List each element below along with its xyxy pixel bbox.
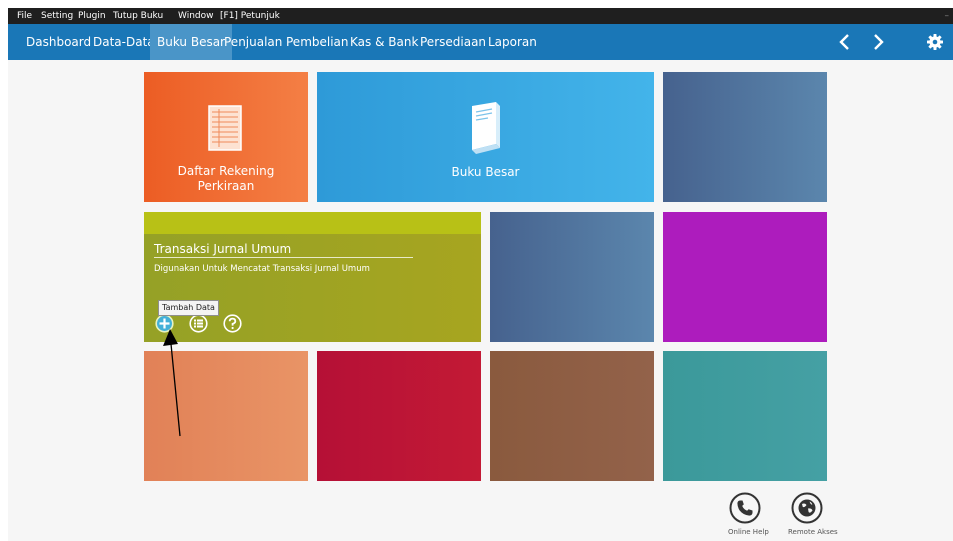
tab-dashboard[interactable]: Dashboard: [26, 24, 91, 60]
ledger-icon: [206, 104, 244, 156]
tab-buku-besar[interactable]: Buku Besar: [150, 24, 232, 60]
book-icon: [468, 100, 504, 158]
main-nav: Dashboard Data-Data Buku Besar Penjualan…: [8, 24, 953, 60]
tooltip-tambah-data: Tambah Data: [158, 300, 219, 316]
menu-file[interactable]: File: [17, 8, 32, 24]
tile-jurnal-description: Digunakan Untuk Mencatat Transaksi Jurna…: [154, 264, 370, 274]
tile-jurnal-title: Transaksi Jurnal Umum: [154, 242, 292, 256]
tile-empty-crimson[interactable]: [317, 351, 481, 481]
tile-daftar-rekening[interactable]: Daftar Rekening Perkiraan: [144, 72, 308, 202]
tab-pembelian[interactable]: Pembelian: [286, 24, 349, 60]
menu-plugin[interactable]: Plugin: [78, 8, 106, 24]
annotation-arrow: [158, 326, 198, 442]
window-minimize[interactable]: –: [945, 8, 950, 24]
tab-data-data[interactable]: Data-Data: [93, 24, 155, 60]
tile-buku-besar[interactable]: Buku Besar: [317, 72, 654, 202]
menu-tutup-buku[interactable]: Tutup Buku: [113, 8, 163, 24]
tile-empty-slate-2[interactable]: [490, 212, 654, 342]
tab-penjualan[interactable]: Penjualan: [224, 24, 282, 60]
globe-icon[interactable]: [791, 492, 823, 524]
tile-empty-teal[interactable]: [663, 351, 827, 481]
tile-buku-besar-label: Buku Besar: [451, 165, 520, 179]
phone-icon[interactable]: [729, 492, 761, 524]
chevron-right-icon[interactable]: [869, 33, 887, 51]
menu-window[interactable]: Window: [178, 8, 214, 24]
help-circle-icon[interactable]: [223, 314, 242, 333]
app-window: File Setting Plugin Tutup Buku Window [F…: [8, 8, 953, 541]
gear-icon[interactable]: [926, 33, 944, 51]
tile-empty-slate-1[interactable]: [663, 72, 827, 202]
tab-persediaan[interactable]: Persediaan: [420, 24, 486, 60]
online-help-label: Online Help: [728, 528, 769, 536]
tab-kas-bank[interactable]: Kas & Bank: [350, 24, 418, 60]
menu-setting[interactable]: Setting: [41, 8, 73, 24]
tile-empty-brown[interactable]: [490, 351, 654, 481]
tab-laporan[interactable]: Laporan: [488, 24, 537, 60]
menu-petunjuk[interactable]: [F1] Petunjuk: [220, 8, 280, 24]
tile-daftar-rekening-label: Daftar Rekening Perkiraan: [177, 164, 275, 193]
menu-bar: File Setting Plugin Tutup Buku Window [F…: [8, 8, 953, 24]
tile-empty-purple[interactable]: [663, 212, 827, 342]
tile-header-strip: [144, 212, 481, 234]
title-underline: [154, 257, 413, 258]
remote-akses-label: Remote Akses: [788, 528, 838, 536]
chevron-left-icon[interactable]: [836, 33, 854, 51]
